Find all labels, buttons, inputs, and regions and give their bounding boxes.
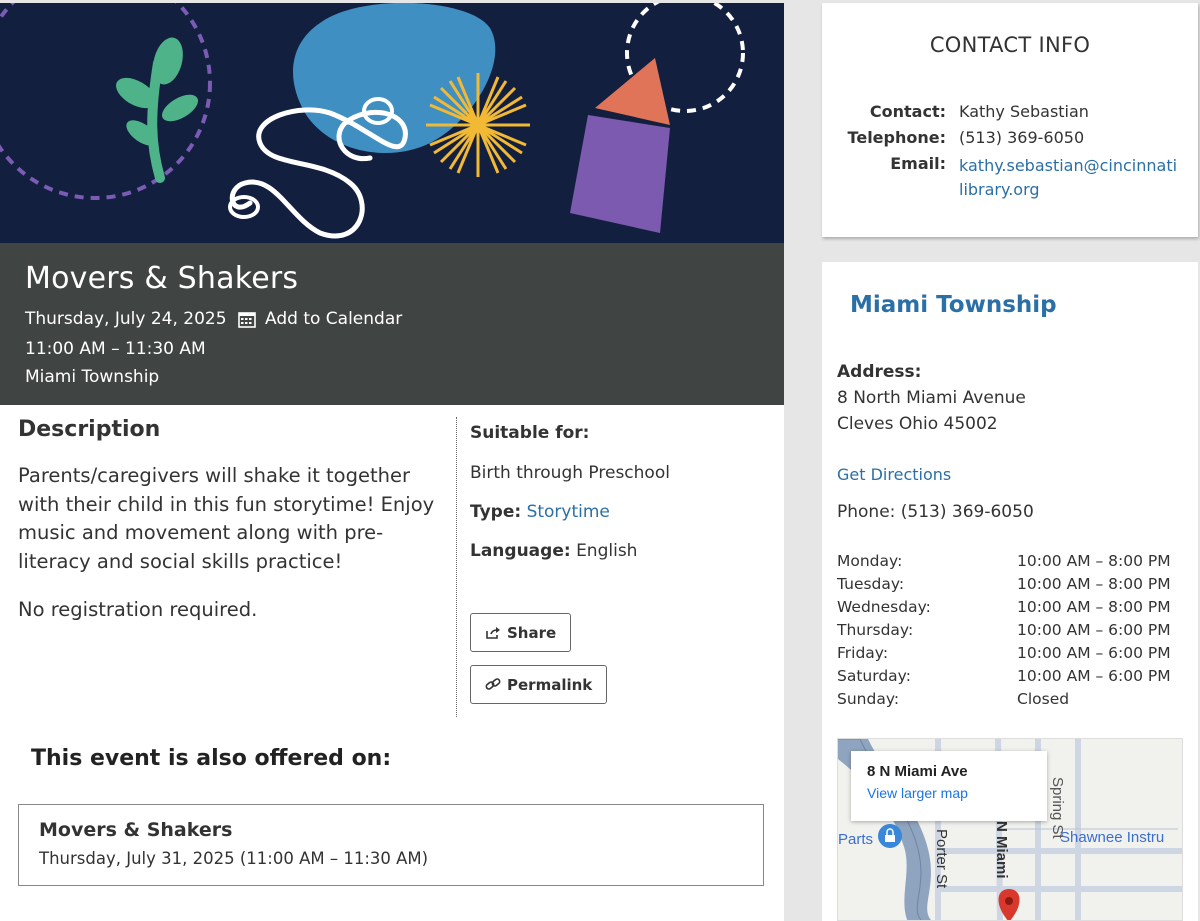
add-to-calendar-link[interactable]: Add to Calendar — [238, 309, 402, 329]
type-label: Type: — [470, 502, 522, 522]
map-label-spring-st: Spring St — [1049, 777, 1066, 839]
language-value: English — [576, 541, 638, 561]
event-time: 11:00 AM – 11:30 AM — [25, 339, 206, 359]
type-line: Type: Storytime — [470, 502, 610, 522]
email-label: Email: — [890, 154, 946, 173]
hours-value: 10:00 AM – 6:00 PM — [1017, 621, 1171, 639]
event-header: Movers & Shakers Thursday, July 24, 2025… — [0, 243, 784, 405]
language-label: Language: — [470, 541, 571, 561]
telephone-value: (513) 369-6050 — [959, 128, 1085, 147]
suitable-for-label: Suitable for: — [470, 423, 590, 443]
get-directions-link[interactable]: Get Directions — [837, 465, 951, 484]
language-line: Language: English — [470, 541, 637, 561]
map-info-popup: 8 N Miami Ave View larger map — [851, 751, 1047, 821]
map-label-shawnee: Shawnee Instru — [1060, 829, 1165, 846]
hours-value: 10:00 AM – 8:00 PM — [1017, 552, 1171, 570]
calendar-icon — [238, 311, 256, 328]
share-label: Share — [507, 623, 557, 642]
link-icon — [485, 678, 501, 690]
address-line-2: Cleves Ohio 45002 — [837, 414, 998, 434]
suitable-for-value: Birth through Preschool — [470, 463, 670, 483]
hours-value: 10:00 AM – 6:00 PM — [1017, 667, 1171, 685]
registration-note: No registration required. — [18, 598, 258, 621]
description-section: Description Parents/caregivers will shak… — [18, 417, 438, 621]
map-label-n-miami: N Miami — [993, 821, 1010, 879]
hours-day: Friday: — [837, 644, 889, 662]
permalink-label: Permalink — [507, 675, 593, 694]
event-main-card: Movers & Shakers Thursday, July 24, 2025… — [0, 3, 784, 921]
hours-day: Sunday: — [837, 690, 900, 708]
share-icon — [486, 626, 500, 639]
add-to-calendar-label: Add to Calendar — [265, 309, 403, 329]
banner-illustration — [0, 3, 745, 239]
hours-value: Closed — [1017, 690, 1070, 708]
contact-label: Contact: — [869, 102, 946, 121]
map-label-porter-st: Porter St — [933, 829, 950, 889]
permalink-button[interactable]: Permalink — [470, 665, 608, 704]
email-link[interactable]: kathy.sebastian@cincinnatilibrary.org — [959, 154, 1179, 202]
view-larger-map-link[interactable]: View larger map — [867, 785, 1047, 801]
hours-day: Thursday: — [837, 621, 914, 639]
also-offered-item[interactable]: Movers & Shakers Thursday, July 31, 2025… — [18, 804, 764, 886]
hours-day: Saturday: — [837, 667, 911, 685]
also-offered-title: Movers & Shakers — [39, 819, 233, 841]
hours-day: Tuesday: — [837, 575, 905, 593]
contact-info-card: CONTACT INFO Contact: Kathy Sebastian Te… — [822, 3, 1198, 237]
hours-day: Monday: — [837, 552, 903, 570]
description-heading: Description — [18, 417, 161, 442]
branch-phone: Phone: (513) 369-6050 — [837, 502, 1034, 522]
address-line-1: 8 North Miami Avenue — [837, 388, 1026, 408]
event-date: Thursday, July 24, 2025 — [25, 309, 227, 329]
branch-card: Miami Township Address: 8 North Miami Av… — [822, 262, 1198, 921]
contact-heading: CONTACT INFO — [929, 33, 1091, 57]
hours-day: Wednesday: — [837, 598, 931, 616]
hours-value: 10:00 AM – 8:00 PM — [1017, 575, 1171, 593]
type-link[interactable]: Storytime — [527, 502, 610, 522]
description-body: Parents/caregivers will shake it togethe… — [18, 464, 435, 573]
hours-value: 10:00 AM – 8:00 PM — [1017, 598, 1171, 616]
also-offered-heading: This event is also offered on: — [31, 746, 392, 771]
embedded-map[interactable]: Parts Shawnee Instru Spring St Porter St… — [837, 738, 1183, 921]
event-location: Miami Township — [25, 367, 160, 387]
share-button[interactable]: Share — [470, 613, 572, 652]
branch-name-link[interactable]: Miami Township — [850, 292, 1057, 318]
map-label-parts: Parts — [838, 831, 874, 848]
event-title: Movers & Shakers — [25, 261, 299, 296]
contact-name: Kathy Sebastian — [959, 102, 1089, 121]
address-label: Address: — [837, 362, 922, 382]
column-divider — [456, 417, 457, 717]
also-offered-date: Thursday, July 31, 2025 (11:00 AM – 11:3… — [39, 849, 429, 868]
event-banner-image — [0, 3, 784, 243]
map-address: 8 N Miami Ave — [867, 763, 968, 780]
telephone-label: Telephone: — [847, 128, 946, 147]
hours-value: 10:00 AM – 6:00 PM — [1017, 644, 1171, 662]
